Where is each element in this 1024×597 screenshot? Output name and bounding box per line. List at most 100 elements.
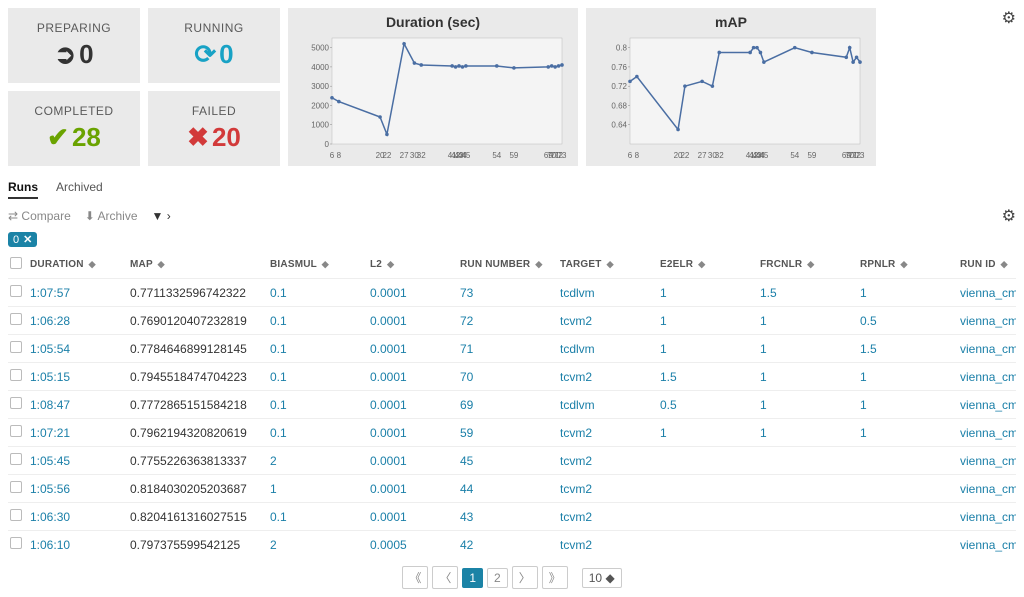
cell-target[interactable]: tcvm2 <box>556 531 656 559</box>
cell-run-number[interactable]: 73 <box>456 279 556 307</box>
pager-page-1[interactable]: 1 <box>462 568 483 588</box>
cell-rpnlr[interactable]: 1 <box>856 419 956 447</box>
selection-pill[interactable]: 0 ✕ <box>8 232 37 247</box>
row-checkbox[interactable] <box>10 397 22 409</box>
pager-prev[interactable]: 〈 <box>432 566 458 589</box>
row-checkbox[interactable] <box>10 537 22 549</box>
cell-l2[interactable]: 0.0001 <box>366 363 456 391</box>
col-biasmul[interactable]: BIASMUL ◆ <box>266 251 366 279</box>
col-duration[interactable]: DURATION ◆ <box>26 251 126 279</box>
cell-biasmul[interactable]: 0.1 <box>266 419 366 447</box>
cell-duration[interactable]: 1:06:10 <box>26 531 126 559</box>
cell-target[interactable]: tcvm2 <box>556 475 656 503</box>
cell-e2elr[interactable] <box>656 447 756 475</box>
cell-e2elr[interactable]: 1 <box>656 307 756 335</box>
close-icon[interactable]: ✕ <box>23 233 32 246</box>
gear-icon[interactable]: ⚙ <box>1002 206 1016 226</box>
cell-run-number[interactable]: 45 <box>456 447 556 475</box>
col-l2[interactable]: L2 ◆ <box>366 251 456 279</box>
cell-duration[interactable]: 1:05:54 <box>26 335 126 363</box>
cell-rpnlr[interactable]: 1 <box>856 391 956 419</box>
cell-run-id[interactable]: vienna_cmexp_150726 <box>956 279 1016 307</box>
cell-frcnlr[interactable]: 1 <box>756 335 856 363</box>
cell-rpnlr[interactable]: 0.5 <box>856 307 956 335</box>
cell-biasmul[interactable]: 0.1 <box>266 391 366 419</box>
cell-run-number[interactable]: 42 <box>456 531 556 559</box>
cell-frcnlr[interactable] <box>756 503 856 531</box>
cell-duration[interactable]: 1:08:47 <box>26 391 126 419</box>
status-card-preparing[interactable]: PREPARING ➲0 <box>8 8 140 83</box>
filter-button[interactable]: ▼ › <box>152 209 171 223</box>
cell-run-number[interactable]: 72 <box>456 307 556 335</box>
cell-frcnlr[interactable] <box>756 475 856 503</box>
archive-button[interactable]: ⬇ Archive <box>85 209 138 223</box>
col-e2elr[interactable]: E2ELR ◆ <box>656 251 756 279</box>
page-size-select[interactable]: 10 ◆ <box>582 568 622 588</box>
gear-icon[interactable]: ⚙ <box>1002 8 1016 28</box>
cell-e2elr[interactable] <box>656 475 756 503</box>
row-checkbox[interactable] <box>10 285 22 297</box>
col-frcnlr[interactable]: FRCNLR ◆ <box>756 251 856 279</box>
cell-target[interactable]: tcvm2 <box>556 419 656 447</box>
cell-frcnlr[interactable] <box>756 447 856 475</box>
cell-run-number[interactable]: 44 <box>456 475 556 503</box>
cell-run-id[interactable]: vienna_cmexp_150726 <box>956 307 1016 335</box>
tab-archived[interactable]: Archived <box>56 180 103 199</box>
row-checkbox[interactable] <box>10 313 22 325</box>
row-checkbox[interactable] <box>10 369 22 381</box>
table-row[interactable]: 1:06:280.76901204072328190.10.000172tcvm… <box>8 307 1016 335</box>
table-row[interactable]: 1:05:560.818403020520368710.000144tcvm2v… <box>8 475 1016 503</box>
status-card-completed[interactable]: COMPLETED ✔28 <box>8 91 140 166</box>
row-checkbox[interactable] <box>10 341 22 353</box>
cell-l2[interactable]: 0.0001 <box>366 391 456 419</box>
cell-run-id[interactable]: vienna_cmexp_150724 <box>956 335 1016 363</box>
table-row[interactable]: 1:07:570.77113325967423220.10.000173tcdl… <box>8 279 1016 307</box>
cell-biasmul[interactable]: 1 <box>266 475 366 503</box>
cell-frcnlr[interactable]: 1 <box>756 307 856 335</box>
cell-e2elr[interactable]: 1 <box>656 279 756 307</box>
cell-l2[interactable]: 0.0001 <box>366 335 456 363</box>
cell-l2[interactable]: 0.0001 <box>366 447 456 475</box>
tab-runs[interactable]: Runs <box>8 180 38 199</box>
cell-e2elr[interactable]: 1.5 <box>656 363 756 391</box>
cell-run-number[interactable]: 71 <box>456 335 556 363</box>
cell-l2[interactable]: 0.0001 <box>366 475 456 503</box>
cell-rpnlr[interactable] <box>856 531 956 559</box>
cell-rpnlr[interactable] <box>856 447 956 475</box>
cell-duration[interactable]: 1:05:45 <box>26 447 126 475</box>
cell-e2elr[interactable]: 0.5 <box>656 391 756 419</box>
cell-target[interactable]: tcvm2 <box>556 307 656 335</box>
cell-duration[interactable]: 1:06:30 <box>26 503 126 531</box>
row-checkbox[interactable] <box>10 453 22 465</box>
cell-rpnlr[interactable]: 1 <box>856 279 956 307</box>
cell-l2[interactable]: 0.0001 <box>366 419 456 447</box>
cell-duration[interactable]: 1:05:56 <box>26 475 126 503</box>
pager-page-2[interactable]: 2 <box>487 568 508 588</box>
cell-l2[interactable]: 0.0001 <box>366 307 456 335</box>
cell-rpnlr[interactable]: 1 <box>856 363 956 391</box>
cell-frcnlr[interactable]: 1 <box>756 363 856 391</box>
cell-e2elr[interactable]: 1 <box>656 335 756 363</box>
cell-target[interactable]: tcvm2 <box>556 447 656 475</box>
pager-next[interactable]: 〉 <box>512 566 538 589</box>
cell-frcnlr[interactable] <box>756 531 856 559</box>
cell-biasmul[interactable]: 0.1 <box>266 335 366 363</box>
table-row[interactable]: 1:06:300.82041613160275150.10.000143tcvm… <box>8 503 1016 531</box>
cell-run-id[interactable]: vienna_cmexp_150719 <box>956 447 1016 475</box>
cell-l2[interactable]: 0.0001 <box>366 279 456 307</box>
cell-e2elr[interactable] <box>656 531 756 559</box>
cell-rpnlr[interactable] <box>856 503 956 531</box>
cell-e2elr[interactable] <box>656 503 756 531</box>
select-all-checkbox[interactable] <box>10 257 22 269</box>
cell-target[interactable]: tcdlvm <box>556 279 656 307</box>
cell-duration[interactable]: 1:07:21 <box>26 419 126 447</box>
cell-biasmul[interactable]: 2 <box>266 447 366 475</box>
cell-target[interactable]: tcdlvm <box>556 391 656 419</box>
col-map[interactable]: MAP ◆ <box>126 251 266 279</box>
cell-target[interactable]: tcdlvm <box>556 335 656 363</box>
cell-biasmul[interactable]: 2 <box>266 531 366 559</box>
cell-rpnlr[interactable] <box>856 475 956 503</box>
cell-run-id[interactable]: vienna_cmexp_150724 <box>956 363 1016 391</box>
status-card-running[interactable]: RUNNING ⟳0 <box>148 8 280 83</box>
pager-last[interactable]: 》 <box>542 566 568 589</box>
